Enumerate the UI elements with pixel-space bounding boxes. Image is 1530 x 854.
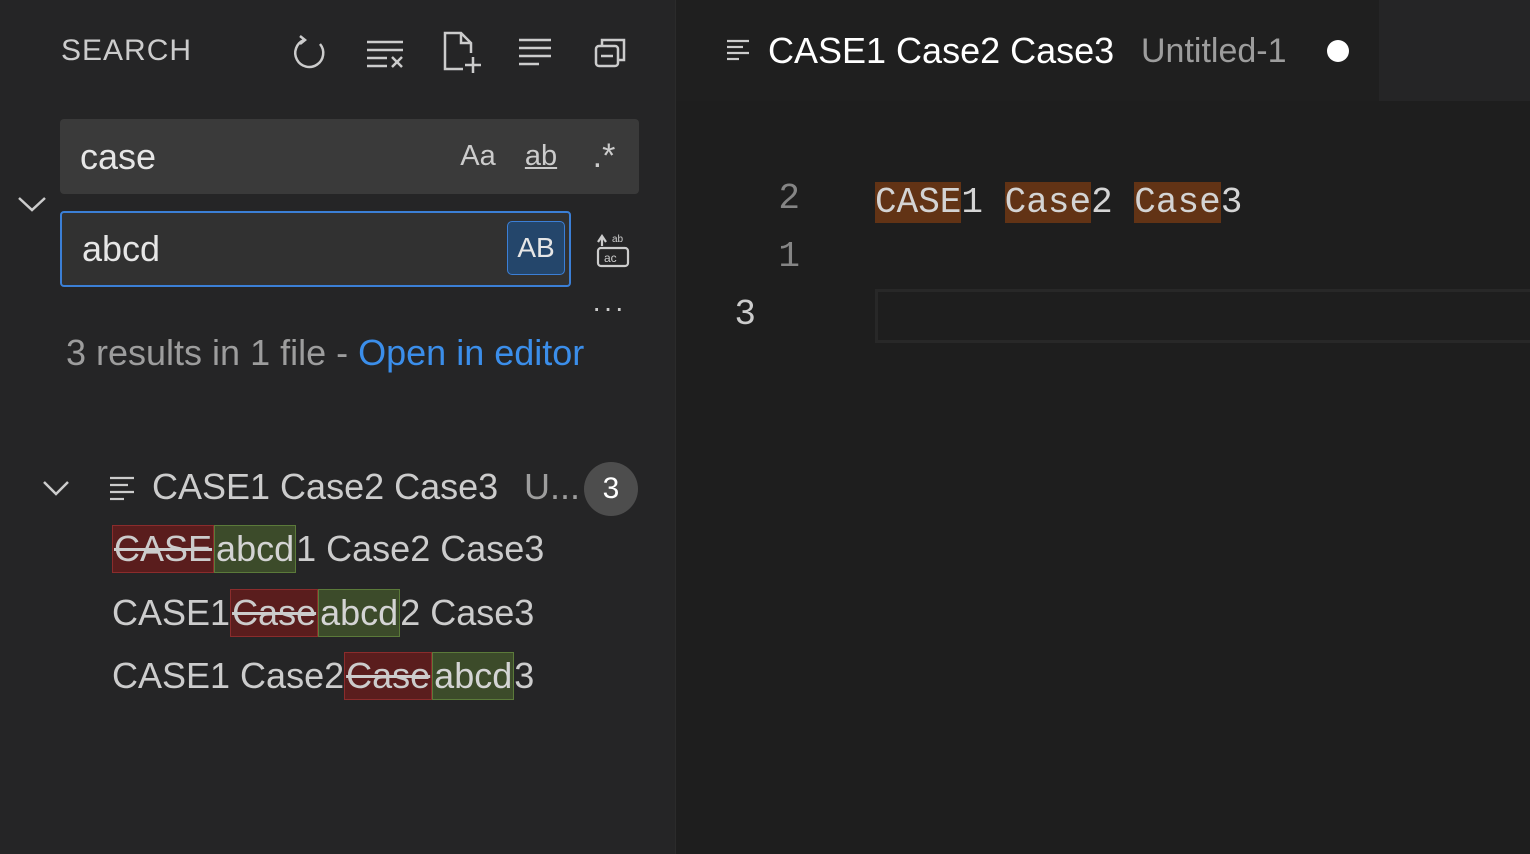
unsaved-dot-icon[interactable]	[1327, 40, 1349, 62]
new-search-editor-icon[interactable]	[437, 28, 485, 76]
match-before-text: CASE1	[112, 592, 231, 633]
more-options-icon[interactable]: ···	[584, 290, 634, 326]
toggle-replace-chevron-icon[interactable]	[12, 184, 52, 224]
result-file-name: CASE1 Case2 Case3	[152, 466, 499, 507]
tab-bar-empty	[1379, 0, 1530, 101]
refresh-icon[interactable]	[286, 28, 334, 76]
app-window: SEARCH Aa ab .* AB ab ac	[0, 0, 1530, 854]
collapse-all-icon[interactable]	[586, 28, 634, 76]
open-in-editor-link[interactable]: Open in editor	[358, 332, 584, 373]
text-file-icon	[106, 472, 138, 504]
tab-description: Untitled-1	[1141, 32, 1287, 70]
search-sidebar: SEARCH Aa ab .* AB ab ac	[0, 0, 676, 854]
preserve-case-toggle[interactable]: AB	[507, 221, 565, 275]
match-after-text: 1 Case2 Case3	[296, 528, 545, 569]
svg-text:ac: ac	[604, 251, 617, 265]
results-summary-text: 3 results in 1 file -	[66, 332, 359, 373]
result-match-row[interactable]: CASE abcd 1 Case2 Case3	[112, 523, 544, 575]
editor-tab[interactable]: CASE1 Case2 Case3 Untitled-1	[676, 0, 1379, 101]
find-match-highlight: Case	[1004, 182, 1092, 223]
search-input[interactable]	[80, 119, 440, 194]
editor-area: CASE1 Case2 Case3 Untitled-1 2 1 3 CASE1…	[676, 0, 1530, 854]
match-removed-text: Case	[344, 652, 433, 700]
regex-icon[interactable]: .*	[584, 135, 624, 177]
match-added-text: abcd	[432, 652, 515, 700]
search-field: Aa ab .*	[60, 119, 639, 194]
match-removed-text: Case	[230, 589, 319, 637]
result-match-row[interactable]: CASE1 Case2 Case abcd 3	[112, 650, 534, 702]
chevron-down-icon[interactable]	[36, 468, 76, 508]
line-number: 2	[778, 178, 800, 219]
whole-word-icon[interactable]: ab	[516, 135, 566, 177]
result-file-desc: U...	[524, 466, 581, 507]
current-line-highlight[interactable]	[875, 289, 1530, 343]
match-added-text: abcd	[318, 589, 401, 637]
match-added-text: abcd	[214, 525, 297, 573]
match-before-text: CASE1 Case2	[112, 655, 345, 696]
view-as-list-icon[interactable]	[511, 28, 559, 76]
find-match-highlight: CASE	[875, 182, 962, 223]
result-match-row[interactable]: CASE1 Case abcd 2 Case3	[112, 587, 534, 639]
result-file-row[interactable]: CASE1 Case2 Case3 U... 3	[36, 460, 646, 516]
line-number: 1	[778, 236, 800, 277]
result-count-badge: 3	[584, 462, 638, 516]
clear-results-icon[interactable]	[361, 28, 409, 76]
code-text: 1	[961, 182, 1005, 223]
sidebar-title: SEARCH	[61, 34, 193, 67]
find-match-highlight: Case	[1134, 182, 1221, 223]
replace-all-icon[interactable]: ab ac	[588, 224, 638, 274]
match-after-text: 3	[514, 655, 535, 696]
match-after-text: 2 Case3	[400, 592, 535, 633]
svg-text:ab: ab	[612, 234, 624, 245]
tab-title: CASE1 Case2 Case3	[768, 30, 1115, 71]
results-summary: 3 results in 1 file - Open in editor	[66, 326, 586, 380]
match-removed-text: CASE	[112, 525, 215, 573]
text-file-icon	[724, 36, 752, 69]
match-case-icon[interactable]: Aa	[458, 135, 498, 177]
code-text: 3	[1220, 182, 1243, 223]
replace-input[interactable]	[82, 213, 492, 285]
code-line[interactable]: CASE1 Case2 Case3	[875, 174, 1242, 232]
code-text: 2	[1091, 182, 1135, 223]
replace-field: AB	[60, 211, 571, 287]
line-number-current: 3	[734, 294, 756, 335]
